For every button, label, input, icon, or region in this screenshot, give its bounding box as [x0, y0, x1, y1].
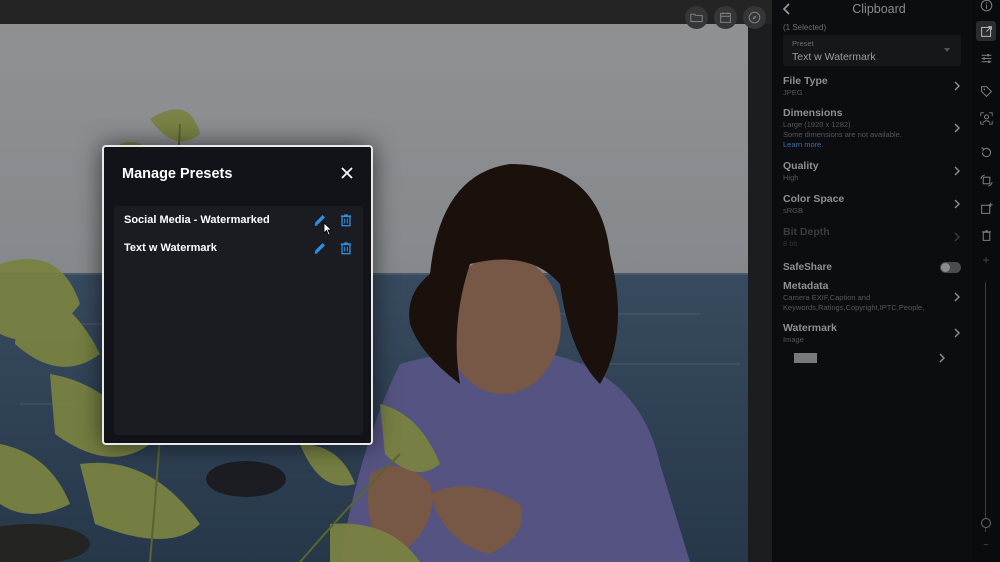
watermark-image-thumbnail: [794, 353, 817, 363]
setting-quality[interactable]: Quality High: [783, 160, 963, 183]
manage-presets-dialog: Manage Presets Social Media - Watermarke…: [102, 145, 373, 445]
preset-dropdown-value: Text w Watermark: [792, 51, 876, 63]
chevron-right-icon: [954, 199, 960, 209]
rotate-icon[interactable]: [976, 142, 996, 162]
setting-metadata[interactable]: Metadata Camera EXIF,Caption and Keyword…: [783, 280, 963, 313]
export-icon[interactable]: [976, 21, 996, 41]
setting-title: File Type: [783, 75, 828, 87]
app-window: Manage Presets Social Media - Watermarke…: [0, 0, 1000, 562]
setting-color-space[interactable]: Color Space sRGB: [783, 193, 963, 216]
zoom-out-icon[interactable]: −: [981, 541, 991, 551]
preset-name: Text w Watermark: [124, 242, 217, 254]
preset-name: Social Media - Watermarked: [124, 214, 270, 226]
preset-dropdown[interactable]: Preset Text w Watermark: [783, 35, 961, 66]
safeshare-toggle[interactable]: [940, 262, 961, 273]
setting-value: sRGB: [783, 206, 804, 215]
setting-safeshare: SafeShare: [783, 262, 963, 273]
dialog-title: Manage Presets: [122, 166, 233, 182]
chevron-right-icon: [954, 81, 960, 91]
chevron-right-icon: [954, 123, 960, 133]
setting-note: Some dimensions are not available.: [783, 130, 902, 139]
edit-pencil-icon[interactable]: [313, 241, 327, 255]
setting-value: High: [783, 173, 799, 182]
setting-value: Large (1920 x 1282): [783, 120, 851, 129]
setting-title: SafeShare: [783, 262, 832, 273]
people-icon[interactable]: [976, 108, 996, 128]
setting-value: 8 bit: [783, 239, 798, 248]
setting-title: Quality: [783, 160, 819, 172]
setting-value: Image: [783, 335, 804, 344]
trash-icon[interactable]: [339, 241, 353, 255]
chevron-right-icon: [954, 328, 960, 338]
clipboard-panel: Clipboard (1 Selected) Preset Text w Wat…: [772, 0, 972, 562]
zoom-slider-thumb[interactable]: [981, 518, 991, 528]
preset-actions: [313, 213, 353, 227]
setting-value: JPEG: [783, 88, 803, 97]
preset-row-text-watermark[interactable]: Text w Watermark: [114, 234, 363, 262]
setting-dimensions[interactable]: Dimensions Large (1920 x 1282) Some dime…: [783, 107, 963, 150]
info-icon[interactable]: [976, 0, 996, 15]
setting-watermark[interactable]: Watermark Image: [783, 322, 963, 345]
chevron-right-icon: [954, 232, 960, 242]
learn-more-link[interactable]: Learn more.: [783, 140, 963, 150]
trash-icon[interactable]: [339, 213, 353, 227]
tag-icon[interactable]: [976, 81, 996, 101]
chevron-right-icon: [954, 166, 960, 176]
setting-title: Dimensions: [783, 107, 843, 119]
transform-icon[interactable]: [976, 170, 996, 190]
chevron-right-icon: [954, 292, 960, 302]
setting-title: Watermark: [783, 322, 837, 334]
mouse-cursor-icon: [323, 222, 333, 236]
setting-title: Metadata: [783, 280, 829, 292]
setting-title: Color Space: [783, 193, 845, 205]
setting-bit-depth: Bit Depth 8 bit: [783, 226, 963, 249]
chevron-down-icon: [944, 48, 950, 52]
chevron-right-icon[interactable]: [938, 353, 946, 363]
setting-title: Bit Depth: [783, 226, 830, 238]
close-icon[interactable]: [339, 165, 355, 181]
panel-title: Clipboard: [852, 2, 906, 16]
selection-count: (1 Selected): [783, 23, 827, 32]
preset-actions: [313, 241, 353, 255]
zoom-in-icon[interactable]: +: [981, 254, 991, 266]
setting-file-type[interactable]: File Type JPEG: [783, 75, 963, 98]
setting-value: Camera EXIF,Caption and Keywords,Ratings…: [783, 293, 925, 312]
adjustments-icon[interactable]: [976, 48, 996, 68]
preset-list: Social Media - Watermarked Text w Waterm…: [114, 206, 363, 435]
add-photo-icon[interactable]: [976, 198, 996, 218]
zoom-slider-track[interactable]: [985, 282, 986, 532]
preset-dropdown-label: Preset: [792, 39, 814, 48]
tool-rail: + −: [972, 0, 1000, 562]
trash-icon[interactable]: [976, 225, 996, 245]
